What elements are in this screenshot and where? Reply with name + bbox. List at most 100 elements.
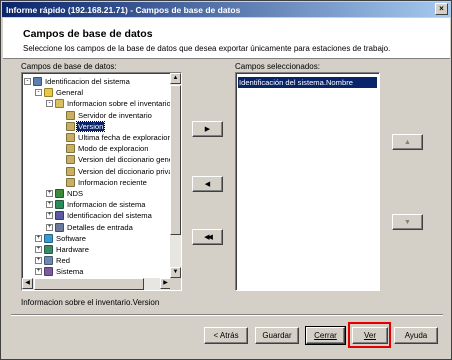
database-fields-tree[interactable]: - Identificacion del sistema - General - Info… — [21, 72, 182, 291]
page-description: Seleccione los campos de la base de dato… — [23, 44, 391, 53]
tree-item-label: Informacion de sistema — [67, 200, 146, 210]
scroll-thumb[interactable] — [170, 85, 181, 235]
tree-item[interactable]: Servidor de inventario — [57, 110, 153, 121]
tree-item-label: Detalles de entrada — [67, 222, 133, 232]
expand-icon[interactable]: + — [46, 223, 53, 231]
tree-item[interactable]: + Software — [35, 233, 87, 244]
move-up-button[interactable]: ▲ — [392, 134, 423, 150]
login-details-icon — [55, 222, 64, 232]
tree-item-label: Version del diccionario gener — [78, 155, 171, 165]
tree-item[interactable]: Version del diccionario gener — [57, 154, 171, 165]
arrow-down-icon: ▼ — [404, 218, 411, 226]
scroll-thumb-horizontal[interactable] — [34, 278, 144, 290]
system-id-icon — [55, 211, 64, 221]
tree-item[interactable]: + Detalles de entrada — [46, 222, 134, 233]
folder-open-icon — [44, 88, 53, 98]
field-icon — [66, 144, 75, 154]
tree-item-label: Servidor de inventario — [78, 110, 152, 120]
window-title: Informe rápido (192.168.21.71) - Campos … — [6, 4, 241, 15]
collapse-icon[interactable]: - — [35, 89, 42, 97]
close-window-button[interactable]: × — [435, 3, 448, 15]
selected-fields-label: Campos seleccionados: — [235, 62, 320, 71]
nds-icon — [55, 189, 64, 198]
tree-item-label: General — [56, 88, 84, 98]
network-icon — [44, 256, 53, 266]
title-bar: Informe rápido (192.168.21.71) - Campos … — [2, 2, 451, 17]
tree-item[interactable]: + Sistema — [35, 266, 84, 277]
table-icon — [55, 99, 64, 109]
system-icon — [44, 267, 53, 277]
selected-fields-list[interactable]: Identificación del sistema.Nombre — [235, 72, 380, 291]
tree-item[interactable]: - Informacion sobre el inventario — [46, 98, 171, 109]
close-icon: × — [439, 4, 444, 13]
field-icon — [66, 133, 75, 142]
tree-item-label: Version — [75, 120, 106, 132]
tree-item-label: Modo de exploracion — [78, 144, 149, 154]
tree-item[interactable]: - Identificacion del sistema — [24, 76, 131, 87]
header-panel: Campos de base de datos Seleccione los c… — [3, 18, 450, 59]
database-icon — [33, 77, 42, 86]
tree-item-label: Sistema — [56, 267, 84, 277]
tree-item-label: Informacion sobre el inventario — [67, 99, 171, 109]
collapse-icon[interactable]: - — [24, 78, 31, 85]
tree-item[interactable]: + Identificacion del sistema — [46, 210, 153, 221]
tree-item-label: NDS — [67, 189, 84, 198]
tree-item[interactable]: Version — [57, 120, 106, 132]
software-icon — [44, 233, 53, 243]
tree-item-label: Identificacion del sistema — [45, 77, 130, 86]
tree-item[interactable]: + NDS — [46, 188, 84, 199]
tree-horizontal-scrollbar[interactable]: ◀ ▶ — [22, 278, 171, 290]
help-button[interactable]: Ayuda — [394, 327, 438, 344]
expand-icon[interactable]: + — [35, 246, 42, 253]
arrow-left-icon: ◀ — [204, 181, 211, 188]
scroll-left-icon[interactable]: ◀ — [22, 278, 33, 289]
save-button[interactable]: Guardar — [255, 327, 299, 344]
hardware-icon — [44, 245, 53, 254]
back-button[interactable]: < Atrás — [204, 327, 248, 344]
tree-item[interactable]: + Informacion de sistema — [46, 199, 147, 210]
expand-icon[interactable]: + — [35, 268, 42, 276]
field-icon — [66, 155, 75, 165]
collapse-icon[interactable]: - — [46, 100, 53, 108]
tree-item[interactable]: + Red — [35, 255, 71, 266]
tree-item-label: Informacion reciente — [78, 177, 147, 187]
remove-field-button[interactable]: ◀ — [192, 176, 223, 192]
scroll-up-icon[interactable]: ▲ — [170, 73, 181, 84]
system-info-icon — [55, 200, 64, 210]
expand-icon[interactable]: + — [46, 201, 53, 209]
add-field-button[interactable]: ▶ — [192, 121, 223, 137]
tree-item[interactable]: + Hardware — [35, 244, 90, 255]
tree-vertical-scrollbar[interactable]: ▲ ▼ — [170, 73, 181, 278]
tree-content: - Identificacion del sistema - General - Info… — [22, 73, 171, 278]
arrow-up-icon: ▲ — [404, 138, 411, 146]
database-fields-label: Campos de base de datos: — [21, 62, 117, 71]
separator — [11, 314, 443, 316]
help-button-label: Ayuda — [404, 331, 428, 340]
tree-item[interactable]: Ultima fecha de exploracion — [57, 132, 171, 143]
tree-item-label: Software — [56, 233, 86, 243]
move-down-button[interactable]: ▼ — [392, 214, 423, 230]
field-icon — [66, 166, 75, 176]
field-icon — [66, 177, 75, 187]
dialog-window: Informe rápido (192.168.21.71) - Campos … — [0, 0, 452, 360]
tree-item[interactable]: - General — [35, 87, 84, 98]
field-icon — [66, 121, 75, 131]
expand-icon[interactable]: + — [35, 234, 42, 242]
scroll-down-icon[interactable]: ▼ — [170, 267, 181, 278]
tree-item[interactable]: Modo de exploracion — [57, 143, 150, 154]
tree-item-label: Identificacion del sistema — [67, 211, 152, 221]
view-button-highlight — [348, 322, 391, 348]
list-item[interactable]: Identificación del sistema.Nombre — [238, 77, 377, 88]
expand-icon[interactable]: + — [46, 190, 53, 197]
status-text: Informacion sobre el inventario.Version — [21, 298, 160, 307]
tree-item-label: Ultima fecha de exploracion — [78, 133, 171, 142]
arrow-right-icon: ▶ — [204, 126, 211, 133]
close-button[interactable]: Cerrar — [305, 326, 346, 345]
expand-icon[interactable]: + — [46, 212, 53, 220]
tree-item[interactable]: Version del diccionario privac — [57, 166, 171, 177]
field-icon — [66, 110, 75, 120]
remove-all-fields-button[interactable]: ◀◀ — [192, 229, 223, 245]
tree-item-label: Red — [56, 256, 70, 266]
expand-icon[interactable]: + — [35, 257, 42, 265]
tree-item[interactable]: Informacion reciente — [57, 177, 148, 188]
